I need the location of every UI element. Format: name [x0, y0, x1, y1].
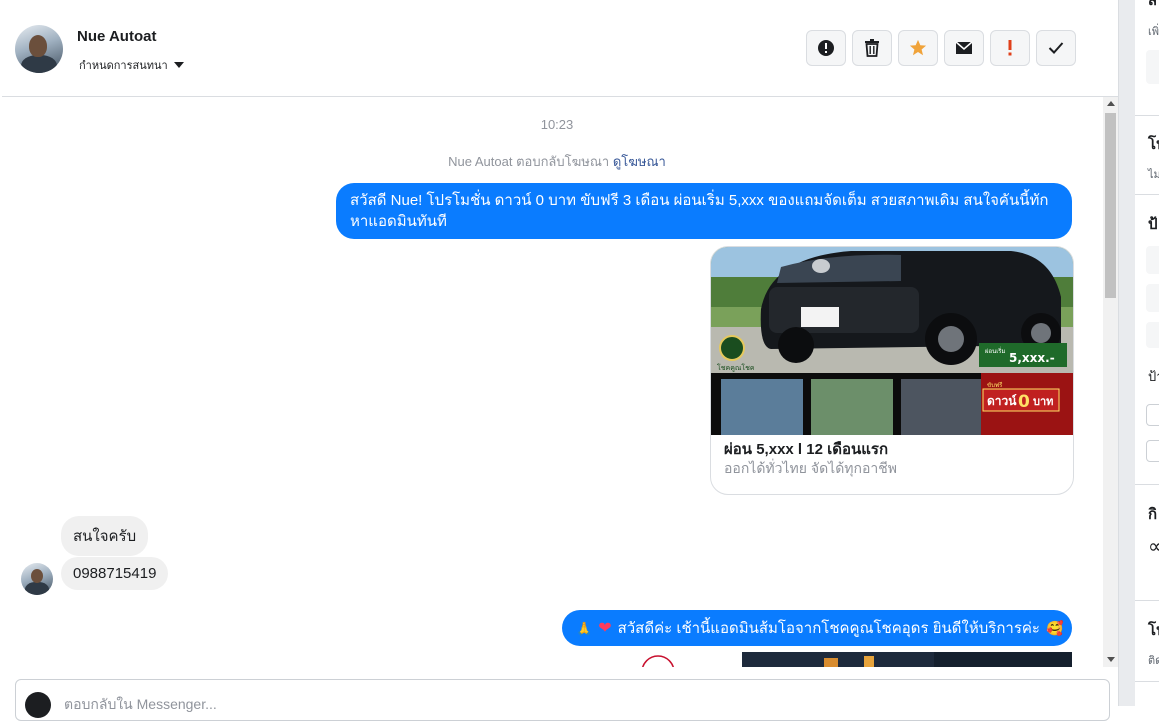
image-price-value: 5,xxx.-	[1009, 351, 1055, 365]
greeting-text: สวัสดีค่ะ เช้านี้แอดมินส้มโอจากโชคคูณโชค…	[617, 619, 1040, 637]
alert-circle-icon	[818, 40, 834, 56]
divider	[1135, 194, 1159, 195]
contact-name[interactable]: Nue Autoat	[77, 28, 156, 45]
mark-done-button[interactable]	[1036, 30, 1076, 66]
contact-avatar-small	[21, 563, 53, 595]
notes-section-text: ติด	[1148, 655, 1159, 667]
outgoing-message[interactable]: 🙏 ❤ สวัสดีค่ะ เช้านี้แอดมินส้มโอจากโชคคู…	[562, 610, 1072, 646]
conversation-actions	[806, 30, 1076, 66]
image-price-label: ผ่อนเริ่ม	[985, 347, 1005, 355]
mark-unread-button[interactable]	[944, 30, 984, 66]
incoming-message[interactable]: สนใจครับ	[61, 516, 149, 556]
smiling-face-emoji-icon: 🥰	[1045, 619, 1064, 636]
label-chip[interactable]	[1146, 284, 1159, 312]
caret-down-icon	[173, 62, 184, 68]
image-badge-text: โชคคูณโชค	[717, 363, 755, 372]
conversation-header: Nue Autoat กำหนดการสนทนา	[2, 0, 1118, 97]
details-add-label: เพิ่	[1148, 26, 1159, 38]
notes-heading: โน	[1148, 136, 1159, 153]
scroll-down-arrow-icon[interactable]	[1107, 657, 1115, 662]
panel-gutter	[1119, 0, 1135, 706]
image-promo-label: ขับฟรี	[987, 381, 1003, 389]
envelope-icon	[955, 41, 973, 54]
reply-input[interactable]: ตอบกลับใน Messenger...	[64, 694, 217, 716]
notes-section-heading: โน	[1148, 622, 1159, 639]
activity-heading: กิ	[1148, 506, 1158, 523]
assign-conversation-dropdown[interactable]: กำหนดการสนทนา	[79, 56, 184, 74]
notes-empty-text: ไม่	[1148, 169, 1159, 181]
details-add-input[interactable]	[1146, 50, 1159, 84]
delete-button[interactable]	[852, 30, 892, 66]
incoming-message[interactable]: 0988715419	[61, 557, 169, 590]
trash-icon	[865, 39, 879, 57]
message-timestamp: 10:23	[540, 117, 574, 132]
conversation-panel: Nue Autoat กำหนดการสนทนา 10:23 Nue Autoa…	[2, 0, 1119, 721]
ad-card-subtitle: ออกได้ทั่วไทย จัดได้ทุกอาชีพ	[724, 460, 898, 476]
next-image-preview[interactable]	[624, 652, 1072, 667]
contact-details-panel: ส เพิ่ โน ไม่ ป้ ป้า กิ ∝ โน ติด	[1135, 0, 1159, 706]
assign-label: กำหนดการสนทนา	[79, 60, 168, 72]
pray-emoji-icon: 🙏	[576, 620, 593, 636]
messages-scrollbar[interactable]	[1103, 97, 1118, 667]
checkmark-icon	[1048, 42, 1064, 54]
page-logo-icon	[25, 692, 51, 718]
label-chip[interactable]	[1146, 322, 1159, 348]
details-section-heading: ส	[1148, 0, 1158, 9]
labels-subheading: ป้า	[1148, 369, 1159, 384]
report-spam-button[interactable]	[806, 30, 846, 66]
star-icon	[909, 39, 927, 56]
reply-box[interactable]: ตอบกลับใน Messenger...	[15, 679, 1110, 721]
image-down-unit: บาท	[1033, 395, 1053, 408]
view-ad-link[interactable]: ดูโฆษณา	[613, 154, 666, 169]
exclamation-icon	[1008, 40, 1012, 56]
divider	[1135, 484, 1159, 485]
label-checkbox[interactable]	[1146, 440, 1159, 462]
activity-value: ∝	[1148, 536, 1159, 558]
outgoing-message[interactable]: สวัสดี Nue! โปรโมชั่น ดาวน์ 0 บาท ขับฟรี…	[336, 183, 1072, 239]
message-list[interactable]: 10:23 Nue Autoat ตอบกลับโฆษณา ดูโฆษณา สว…	[2, 97, 1102, 667]
divider	[1135, 681, 1159, 682]
label-checkbox[interactable]	[1146, 404, 1159, 426]
scroll-up-arrow-icon[interactable]	[1107, 101, 1115, 106]
heart-emoji-icon: ❤	[598, 619, 612, 637]
image-down-label: ดาวน์	[987, 394, 1017, 408]
ad-card-image[interactable]: โชคคูณโชค ผ่อนเริ่ม 5,xxx.- ขับฟรี ดาวน์…	[711, 247, 1073, 435]
ad-reply-text: Nue Autoat ตอบกลับโฆษณา	[448, 154, 610, 169]
divider	[1135, 600, 1159, 601]
image-down-value: 0	[1018, 392, 1030, 412]
ad-reply-notice: Nue Autoat ตอบกลับโฆษณา ดูโฆษณา	[2, 151, 1102, 172]
labels-heading: ป้	[1148, 216, 1158, 233]
star-button[interactable]	[898, 30, 938, 66]
follow-up-button[interactable]	[990, 30, 1030, 66]
label-chip[interactable]	[1146, 246, 1159, 274]
divider	[1135, 115, 1159, 116]
scrollbar-thumb[interactable]	[1105, 113, 1116, 298]
contact-avatar[interactable]	[15, 25, 63, 73]
ad-card[interactable]: โชคคูณโชค ผ่อนเริ่ม 5,xxx.- ขับฟรี ดาวน์…	[710, 246, 1074, 495]
